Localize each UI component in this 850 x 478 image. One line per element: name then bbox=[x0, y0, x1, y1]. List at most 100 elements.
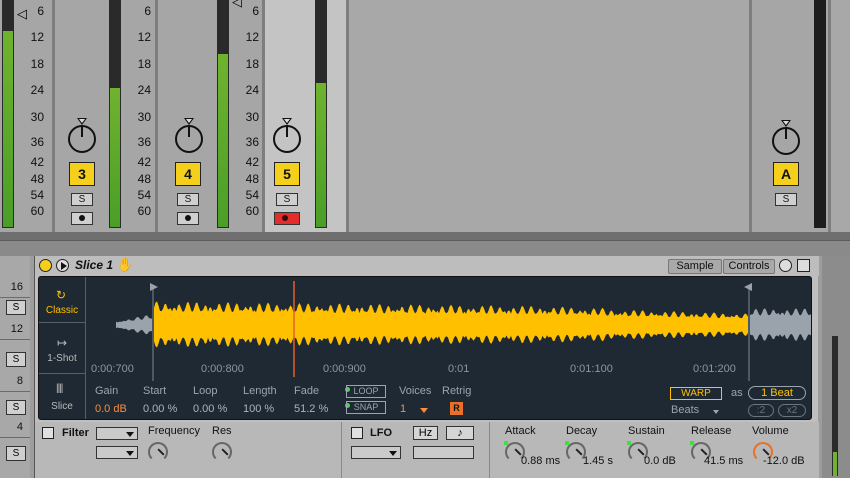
solo-button[interactable]: S bbox=[775, 193, 797, 206]
solo-button[interactable]: S bbox=[276, 193, 298, 206]
filter-label: Filter bbox=[62, 427, 89, 439]
frequency-knob[interactable] bbox=[148, 442, 168, 462]
decay-value: 1.45 s bbox=[583, 455, 613, 467]
timeline-label: 0:01 bbox=[448, 363, 470, 375]
divider-bar-lower bbox=[0, 240, 850, 256]
filter-toggle[interactable] bbox=[42, 427, 54, 439]
list-item[interactable]: 8 bbox=[0, 372, 30, 392]
scale-tick: 54 bbox=[30, 188, 44, 202]
scale-tick: 60 bbox=[30, 204, 44, 218]
scale-tick: 12 bbox=[30, 30, 44, 44]
device-on-icon[interactable] bbox=[39, 259, 52, 272]
right-edge-panel bbox=[822, 256, 850, 478]
length-label: Length bbox=[243, 385, 277, 397]
scale-tick: 6 bbox=[252, 4, 259, 18]
scale-tick: 48 bbox=[30, 172, 44, 186]
warp-button[interactable]: WARP bbox=[670, 387, 722, 400]
filter-type-select[interactable] bbox=[96, 427, 138, 440]
db-scale: 6 12 18 24 30 36 42 48 54 60 bbox=[123, 0, 151, 232]
attack-label: Attack bbox=[505, 425, 536, 437]
track-4: 4 S 6 12 18 24 30 36 42 48 54 60 ◁ bbox=[158, 0, 262, 232]
mode-classic[interactable]: Classic bbox=[39, 305, 85, 316]
scale-tick: 48 bbox=[137, 172, 151, 186]
db-scale: 6 12 18 24 30 36 42 48 54 60 bbox=[231, 0, 259, 232]
list-item[interactable]: 16 bbox=[0, 278, 30, 298]
volume-label: Volume bbox=[752, 425, 789, 437]
voices-dropdown-icon[interactable] bbox=[420, 408, 428, 413]
list-item[interactable]: 4 bbox=[0, 418, 30, 438]
track-number: 4 bbox=[16, 421, 23, 433]
simpler-device: Slice 1 ✋ Sample Controls ↻ Classic ↦ 1-… bbox=[34, 256, 819, 478]
res-label: Res bbox=[212, 425, 232, 437]
tab-controls[interactable]: Controls bbox=[723, 259, 775, 274]
gain-value[interactable]: 0.0 dB bbox=[95, 403, 127, 415]
timeline-label: 0:00:900 bbox=[323, 363, 366, 375]
play-icon[interactable] bbox=[56, 259, 69, 272]
double-tempo-button[interactable]: x2 bbox=[778, 404, 806, 417]
pan-pointer-icon bbox=[781, 120, 791, 127]
record-arm-button[interactable] bbox=[71, 212, 93, 225]
warp-mode-select[interactable]: Beats bbox=[671, 404, 699, 416]
fade-value[interactable]: 51.2 % bbox=[294, 403, 328, 415]
solo-button[interactable]: S bbox=[6, 446, 26, 461]
sustain-label: Sustain bbox=[628, 425, 665, 437]
loop-value[interactable]: 0.00 % bbox=[193, 403, 227, 415]
retrig-button[interactable]: R bbox=[450, 402, 463, 415]
mode-slice[interactable]: Slice bbox=[39, 401, 85, 412]
tab-sample[interactable]: Sample bbox=[668, 259, 722, 274]
track-activator-button[interactable]: 5 bbox=[274, 162, 300, 186]
hot-swap-icon[interactable] bbox=[779, 259, 792, 272]
start-value[interactable]: 0.00 % bbox=[143, 403, 177, 415]
solo-button[interactable]: S bbox=[6, 400, 26, 415]
lfo-toggle[interactable] bbox=[351, 427, 363, 439]
sample-display: ↻ Classic ↦ 1-Shot |||| Slice 0:00:700 0… bbox=[38, 276, 812, 420]
scale-tick: 18 bbox=[30, 57, 44, 71]
scale-tick: 6 bbox=[37, 4, 44, 18]
scale-tick: 24 bbox=[137, 83, 151, 97]
solo-button[interactable]: S bbox=[177, 193, 199, 206]
sync-button[interactable]: ♪ bbox=[446, 426, 474, 440]
solo-button[interactable]: S bbox=[71, 193, 93, 206]
track-activator-button[interactable]: 4 bbox=[175, 162, 201, 186]
scale-tick: 54 bbox=[137, 188, 151, 202]
device-header: Slice 1 ✋ Sample Controls bbox=[35, 256, 819, 276]
res-knob[interactable] bbox=[212, 442, 232, 462]
list-item[interactable]: 12 bbox=[0, 320, 30, 340]
lfo-rate-field[interactable] bbox=[413, 446, 474, 459]
loop-button[interactable]: LOOP bbox=[346, 385, 386, 398]
mode-one-shot[interactable]: 1-Shot bbox=[39, 353, 85, 364]
fader-arrow-icon[interactable]: ◁ bbox=[232, 0, 242, 10]
pan-knob[interactable] bbox=[273, 125, 301, 153]
voices-value[interactable]: 1 bbox=[400, 403, 406, 415]
track-number: 12 bbox=[10, 323, 23, 335]
scale-tick: 42 bbox=[137, 155, 151, 169]
hz-button[interactable]: Hz bbox=[413, 426, 438, 440]
length-value[interactable]: 100 % bbox=[243, 403, 274, 415]
solo-button[interactable]: S bbox=[6, 352, 26, 367]
record-arm-button[interactable] bbox=[274, 212, 300, 225]
slice-icon: |||| bbox=[56, 383, 63, 394]
solo-button[interactable]: S bbox=[6, 300, 26, 315]
snap-button[interactable]: SNAP bbox=[346, 401, 386, 414]
track-activator-button[interactable]: A bbox=[773, 162, 799, 186]
scale-tick: 30 bbox=[30, 110, 44, 124]
fader-arrow-icon[interactable]: ◁ bbox=[17, 6, 27, 22]
filter-slope-select[interactable] bbox=[96, 446, 138, 459]
track-number: 8 bbox=[16, 375, 23, 387]
frequency-label: Frequency bbox=[148, 425, 200, 437]
lfo-shape-select[interactable] bbox=[351, 446, 401, 459]
save-icon[interactable] bbox=[797, 259, 810, 272]
scale-tick: 24 bbox=[30, 83, 44, 97]
track-activator-button[interactable]: 3 bbox=[69, 162, 95, 186]
record-arm-button[interactable] bbox=[177, 212, 199, 225]
scale-tick: 12 bbox=[137, 30, 151, 44]
scale-tick: 60 bbox=[137, 204, 151, 218]
pan-knob[interactable] bbox=[772, 127, 800, 155]
level-meter bbox=[2, 0, 14, 228]
master-edge bbox=[831, 0, 850, 232]
pan-knob[interactable] bbox=[175, 125, 203, 153]
warp-beats-field[interactable]: 1 Beat bbox=[748, 386, 806, 400]
half-tempo-button[interactable]: :2 bbox=[748, 404, 774, 417]
device-controls: Filter Frequency Res LFO Hz ♪ Attack 0.8… bbox=[35, 422, 819, 478]
pan-knob[interactable] bbox=[68, 125, 96, 153]
